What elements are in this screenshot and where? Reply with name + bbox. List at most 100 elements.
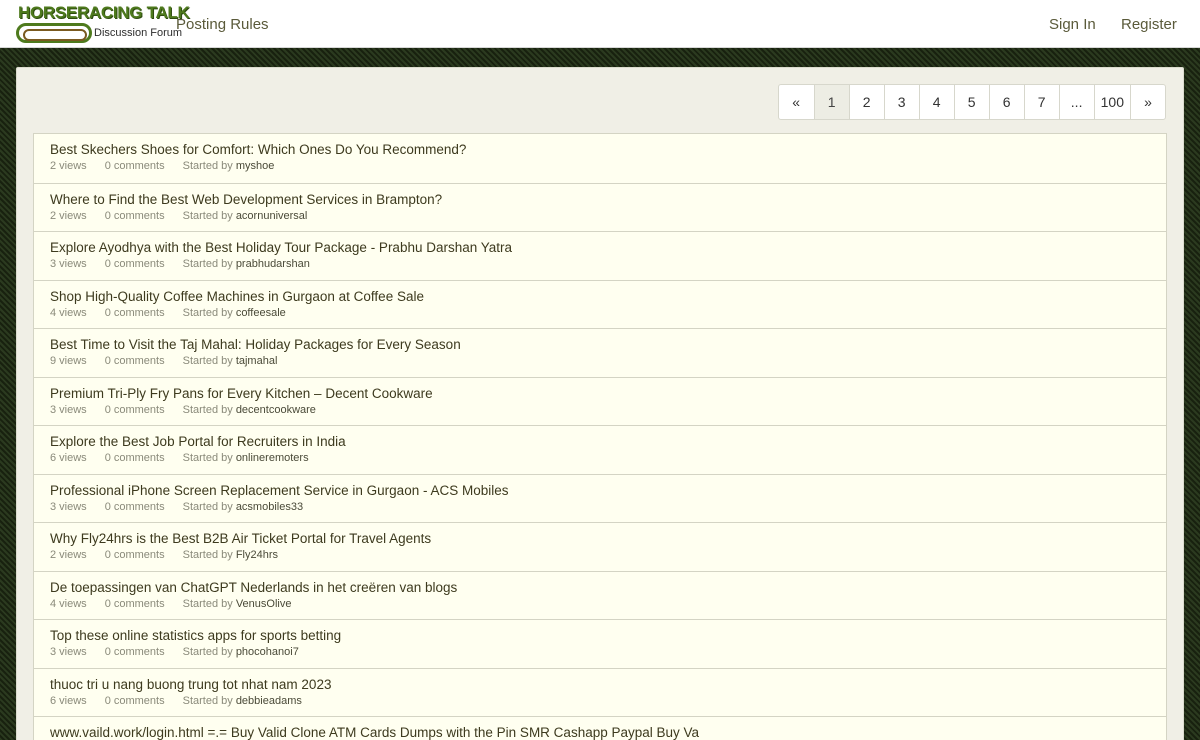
topic-row: De toepassingen van ChatGPT Nederlands i… bbox=[34, 570, 1166, 619]
topic-row: Best Skechers Shoes for Comfort: Which O… bbox=[34, 134, 1166, 183]
topic-meta: 2 views 0 comments Started by acornunivers… bbox=[50, 210, 1150, 222]
topic-title-link[interactable]: thuoc tri u nang buong trung tot nhat na… bbox=[50, 677, 1150, 692]
topic-meta: 3 views 0 comments Started by phocohanoi7 bbox=[50, 646, 1150, 658]
topic-views: 3 views bbox=[50, 258, 87, 270]
topic-author-link[interactable]: phocohanoi7 bbox=[236, 646, 299, 658]
topic-author-link[interactable]: VenusOlive bbox=[236, 598, 292, 610]
topic-author-link[interactable]: tajmahal bbox=[236, 355, 278, 367]
topic-comments: 0 comments bbox=[104, 258, 165, 270]
topic-views: 6 views bbox=[50, 452, 87, 464]
topic-row: Why Fly24hrs is the Best B2B Air Ticket … bbox=[34, 522, 1166, 571]
topic-title-link[interactable]: www.vaild.work/login.html =.= Buy Valid … bbox=[50, 725, 1150, 740]
topic-title-link[interactable]: Shop High-Quality Coffee Machines in Gur… bbox=[50, 289, 1150, 304]
topic-title-link[interactable]: Best Skechers Shoes for Comfort: Which O… bbox=[50, 142, 1150, 157]
topic-title-link[interactable]: Best Time to Visit the Taj Mahal: Holida… bbox=[50, 337, 1150, 352]
topic-author-link[interactable]: decentcookware bbox=[236, 404, 316, 416]
topic-title-link[interactable]: Top these online statistics apps for spo… bbox=[50, 628, 1150, 643]
pagination-page[interactable]: 5 bbox=[953, 85, 989, 119]
topic-row: Explore the Best Job Portal for Recruite… bbox=[34, 425, 1166, 474]
posting-rules-link[interactable]: Posting Rules bbox=[176, 16, 269, 33]
topic-comments: 0 comments bbox=[104, 500, 165, 513]
pagination-page[interactable]: 2 bbox=[848, 85, 884, 119]
topic-started-label: Started by bbox=[182, 209, 233, 222]
pagination-page[interactable]: 6 bbox=[988, 85, 1024, 119]
topic-comments: 0 comments bbox=[104, 160, 165, 172]
topic-views: 2 views bbox=[50, 160, 87, 172]
topic-row: Where to Find the Best Web Development S… bbox=[34, 182, 1166, 231]
topic-comments: 0 comments bbox=[104, 306, 165, 319]
topic-meta: 3 views 0 comments Started by decentcookwa… bbox=[50, 404, 1150, 416]
topic-author-link[interactable]: coffeesale bbox=[236, 307, 286, 319]
pagination-prev[interactable]: « bbox=[779, 85, 814, 119]
topic-views: 3 views bbox=[50, 500, 87, 513]
pagination-page[interactable]: 100 bbox=[1093, 85, 1130, 119]
topic-views: 2 views bbox=[50, 549, 87, 561]
topic-row: Top these online statistics apps for spo… bbox=[34, 619, 1166, 668]
topic-comments: 0 comments bbox=[104, 403, 165, 416]
topic-row: Shop High-Quality Coffee Machines in Gur… bbox=[34, 279, 1166, 328]
topic-started-label: Started by bbox=[182, 355, 233, 367]
topic-views: 3 views bbox=[50, 403, 87, 416]
topic-meta: 3 views 0 comments Started by prabhudarsha… bbox=[50, 258, 1150, 270]
topic-author-link[interactable]: acornuniversal bbox=[236, 210, 308, 222]
pagination-page[interactable]: 4 bbox=[918, 85, 954, 119]
pagination: «1 2 3 4 5 6 7... 100» bbox=[777, 84, 1166, 120]
topic-title-link[interactable]: Premium Tri-Ply Fry Pans for Every Kitch… bbox=[50, 386, 1150, 401]
topic-started-label: Started by bbox=[182, 160, 233, 172]
topic-comments: 0 comments bbox=[104, 597, 165, 610]
topic-row: Explore Ayodhya with the Best Holiday To… bbox=[34, 231, 1166, 280]
topic-title-link[interactable]: Professional iPhone Screen Replacement S… bbox=[50, 483, 1150, 498]
logo-subtitle: Discussion Forum bbox=[94, 27, 183, 39]
register-link[interactable]: Register bbox=[1121, 16, 1177, 33]
topic-views: 4 views bbox=[50, 597, 87, 610]
topic-title-link[interactable]: Explore Ayodhya with the Best Holiday To… bbox=[50, 240, 1150, 255]
site-logo[interactable]: HORSERACING TALK Discussion Forum bbox=[16, 3, 190, 45]
topic-meta: 2 views 0 comments Started by Fly24hrs bbox=[50, 549, 1150, 561]
topic-meta: 2 views 0 comments Started by myshoe bbox=[50, 160, 1150, 172]
topic-title-link[interactable]: Where to Find the Best Web Development S… bbox=[50, 192, 1150, 207]
topic-author-link[interactable]: myshoe bbox=[236, 160, 275, 172]
topic-author-link[interactable]: prabhudarshan bbox=[236, 258, 310, 270]
pagination-next[interactable]: » bbox=[1130, 85, 1165, 119]
topic-views: 4 views bbox=[50, 306, 87, 319]
topic-meta: 6 views 0 comments Started by debbieadams bbox=[50, 695, 1150, 707]
topic-comments: 0 comments bbox=[104, 694, 165, 707]
topic-meta: 9 views 0 comments Started by tajmahal bbox=[50, 355, 1150, 367]
topic-author-link[interactable]: acsmobiles33 bbox=[236, 501, 303, 513]
topic-views: 3 views bbox=[50, 646, 87, 658]
topic-row: Professional iPhone Screen Replacement S… bbox=[34, 473, 1166, 522]
pagination-page[interactable]: 3 bbox=[883, 85, 919, 119]
topic-comments: 0 comments bbox=[104, 646, 165, 658]
pagination-page[interactable]: ... bbox=[1058, 85, 1094, 119]
sign-in-link[interactable]: Sign In bbox=[1049, 16, 1096, 33]
topic-list: Best Skechers Shoes for Comfort: Which O… bbox=[33, 133, 1167, 740]
topic-row: www.vaild.work/login.html =.= Buy Valid … bbox=[34, 716, 1166, 740]
pagination-page[interactable]: 1 bbox=[813, 85, 849, 119]
topic-row: Best Time to Visit the Taj Mahal: Holida… bbox=[34, 328, 1166, 377]
topic-meta: 4 views 0 comments Started by coffeesale bbox=[50, 307, 1150, 319]
topic-started-label: Started by bbox=[182, 597, 233, 610]
topic-started-label: Started by bbox=[182, 403, 233, 416]
topic-started-label: Started by bbox=[182, 549, 233, 561]
topic-row: thuoc tri u nang buong trung tot nhat na… bbox=[34, 667, 1166, 716]
topic-started-label: Started by bbox=[182, 258, 233, 270]
topic-author-link[interactable]: debbieadams bbox=[236, 695, 302, 707]
topic-comments: 0 comments bbox=[104, 209, 165, 222]
topic-meta: 3 views 0 comments Started by acsmobiles33 bbox=[50, 501, 1150, 513]
topic-author-link[interactable]: Fly24hrs bbox=[236, 549, 278, 561]
topic-started-label: Started by bbox=[182, 500, 233, 513]
logo-title: HORSERACING TALK bbox=[18, 3, 190, 22]
top-navbar: HORSERACING TALK Discussion Forum Postin… bbox=[0, 0, 1200, 48]
topic-started-label: Started by bbox=[182, 452, 233, 464]
topic-meta: 4 views 0 comments Started by VenusOlive bbox=[50, 598, 1150, 610]
topic-meta: 6 views 0 comments Started by onlineremote… bbox=[50, 452, 1150, 464]
topic-views: 6 views bbox=[50, 694, 87, 707]
topic-title-link[interactable]: De toepassingen van ChatGPT Nederlands i… bbox=[50, 580, 1150, 595]
topic-row: Premium Tri-Ply Fry Pans for Every Kitch… bbox=[34, 376, 1166, 425]
forum-panel: «1 2 3 4 5 6 7... 100» Best Skechers Shoes for … bbox=[16, 67, 1184, 740]
topic-title-link[interactable]: Explore the Best Job Portal for Recruite… bbox=[50, 434, 1150, 449]
topic-started-label: Started by bbox=[182, 306, 233, 319]
topic-author-link[interactable]: onlineremoters bbox=[236, 452, 309, 464]
topic-title-link[interactable]: Why Fly24hrs is the Best B2B Air Ticket … bbox=[50, 531, 1150, 546]
pagination-page[interactable]: 7 bbox=[1023, 85, 1059, 119]
